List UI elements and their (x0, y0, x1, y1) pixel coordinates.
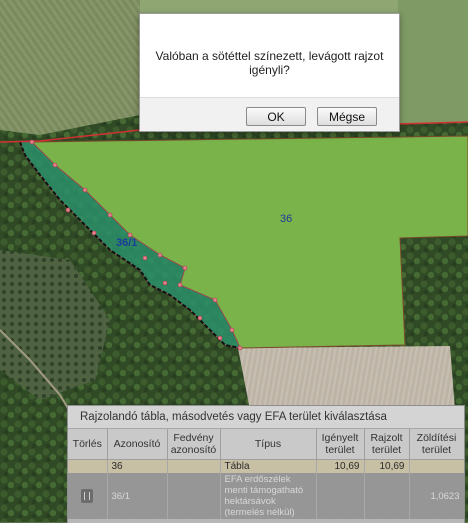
vertex (91, 230, 97, 236)
vertex (229, 327, 235, 333)
vertex (142, 255, 148, 261)
ok-button[interactable]: OK (246, 107, 306, 126)
vertex (197, 315, 203, 321)
cell-id: 36/1 (107, 473, 168, 519)
field-top-right (398, 0, 468, 124)
cell-id: 36 (107, 459, 168, 473)
trash-icon[interactable] (81, 489, 94, 503)
vertex (29, 139, 35, 145)
cell-claimed-area: 10,69 (316, 459, 365, 473)
vertex (212, 297, 218, 303)
cell-delete (68, 459, 108, 473)
vertex (217, 335, 223, 341)
table-row[interactable]: 36 Tábla 10,69 10,69 (68, 459, 464, 473)
panel-title: Rajzolandó tábla, másodvetés vagy EFA te… (68, 406, 464, 429)
vertex (65, 207, 71, 213)
vertex (107, 212, 113, 218)
col-cover-id: Fedvény azonosító (167, 429, 221, 460)
cell-drawn-area: 10,69 (364, 459, 410, 473)
vertex (52, 162, 58, 168)
cell-cover-id (167, 473, 221, 519)
parcel-36-label: 36 (280, 213, 292, 225)
col-delete: Törlés (68, 429, 108, 460)
cancel-button[interactable]: Mégse (317, 107, 377, 126)
field-top-left (0, 0, 140, 135)
cell-green-area: 1,0623 (409, 473, 464, 519)
col-type: Típus (220, 429, 317, 460)
vertex (182, 265, 188, 271)
confirm-dialog: Valóban a sötéttel színezett, levágott r… (139, 13, 400, 132)
cell-type: Tábla (220, 459, 317, 473)
cell-drawn-area (364, 473, 410, 519)
col-green-area: Zöldítési terület (409, 429, 464, 460)
table-row[interactable]: 36/1 EFA erdőszélek menti támogatható he… (68, 473, 464, 519)
parcel-table: Törlés Azonosító Fedvény azonosító Típus… (68, 429, 464, 519)
forest-right (400, 236, 468, 345)
dialog-message: Valóban a sötéttel színezett, levágott r… (155, 49, 384, 77)
vertex (82, 187, 88, 193)
table-header-row: Törlés Azonosító Fedvény azonosító Típus… (68, 429, 464, 460)
vertex (157, 252, 163, 258)
dialog-button-bar: OK Mégse (140, 97, 399, 131)
vertex (237, 345, 243, 351)
cell-type: EFA erdőszélek menti támogatható hektárs… (220, 473, 317, 519)
cell-green-area (409, 459, 464, 473)
col-id: Azonosító (107, 429, 168, 460)
field-bottom-pale (238, 346, 455, 410)
cell-claimed-area (316, 473, 365, 519)
col-drawn-area: Rajzolt terület (364, 429, 410, 460)
cell-delete (68, 473, 108, 519)
vertex (162, 280, 168, 286)
cell-cover-id (167, 459, 221, 473)
vertex (177, 282, 183, 288)
selection-panel: Rajzolandó tábla, másodvetés vagy EFA te… (67, 405, 465, 523)
parcel-36-1-label: 36/1 (116, 237, 137, 249)
col-claimed-area: Igényelt terület (316, 429, 365, 460)
